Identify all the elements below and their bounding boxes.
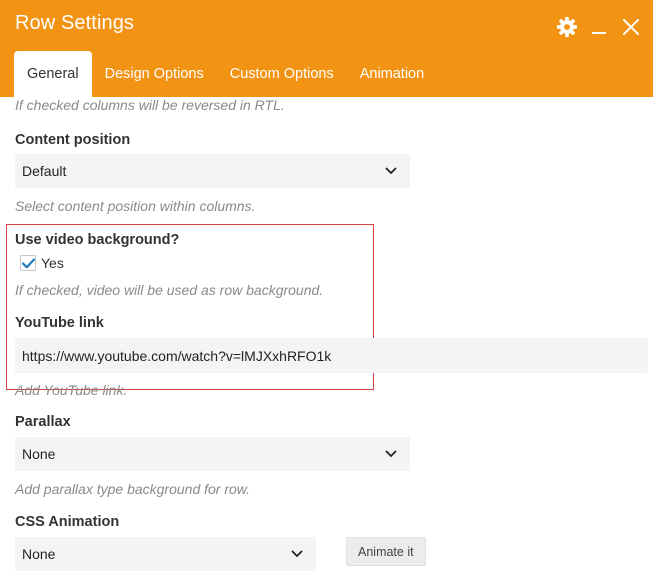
settings-button[interactable] bbox=[555, 15, 579, 39]
parallax-select[interactable]: None bbox=[15, 437, 410, 471]
content-position-help: Select content position within columns. bbox=[15, 198, 256, 214]
row-settings-panel: Row Settings General Design Options Cust… bbox=[0, 0, 653, 572]
youtube-link-label: YouTube link bbox=[15, 315, 104, 331]
tab-animation[interactable]: Animation bbox=[347, 51, 437, 97]
css-animation-label: CSS Animation bbox=[15, 514, 120, 530]
video-background-yes-label: Yes bbox=[41, 255, 64, 271]
content-position-label: Content position bbox=[15, 132, 131, 148]
rtl-help-text: If checked columns will be reversed in R… bbox=[15, 97, 285, 113]
close-icon bbox=[623, 19, 639, 35]
content-position-select[interactable]: Default bbox=[15, 154, 410, 188]
parallax-label: Parallax bbox=[15, 414, 71, 430]
content-position-value: Default bbox=[22, 163, 67, 179]
panel-title: Row Settings bbox=[15, 12, 135, 34]
video-background-option: Yes bbox=[20, 255, 64, 271]
tab-custom-options[interactable]: Custom Options bbox=[217, 51, 347, 97]
video-background-label: Use video background? bbox=[15, 232, 180, 248]
chevron-down-icon bbox=[384, 447, 398, 461]
animate-it-button[interactable]: Animate it bbox=[346, 537, 426, 566]
parallax-help: Add parallax type background for row. bbox=[15, 481, 251, 497]
close-button[interactable] bbox=[619, 15, 643, 39]
video-background-checkbox[interactable] bbox=[20, 255, 36, 271]
chevron-down-icon bbox=[384, 164, 398, 178]
gear-icon bbox=[556, 16, 578, 38]
video-background-help: If checked, video will be used as row ba… bbox=[15, 282, 324, 298]
checkmark-icon bbox=[21, 257, 35, 268]
settings-content: If checked columns will be reversed in R… bbox=[0, 97, 653, 572]
chevron-down-icon bbox=[290, 547, 304, 561]
css-animation-select[interactable]: None bbox=[15, 537, 316, 571]
minimize-button[interactable] bbox=[587, 15, 611, 39]
header-controls bbox=[555, 14, 643, 40]
tab-design-options[interactable]: Design Options bbox=[92, 51, 217, 97]
parallax-value: None bbox=[22, 446, 56, 462]
css-animation-value: None bbox=[22, 546, 56, 562]
tab-general[interactable]: General bbox=[14, 51, 92, 97]
tab-bar: General Design Options Custom Options An… bbox=[14, 51, 437, 97]
youtube-link-help: Add YouTube link. bbox=[15, 382, 128, 398]
minimize-icon bbox=[592, 32, 606, 34]
panel-header: Row Settings General Design Options Cust… bbox=[0, 0, 653, 97]
youtube-link-input[interactable] bbox=[15, 338, 648, 373]
